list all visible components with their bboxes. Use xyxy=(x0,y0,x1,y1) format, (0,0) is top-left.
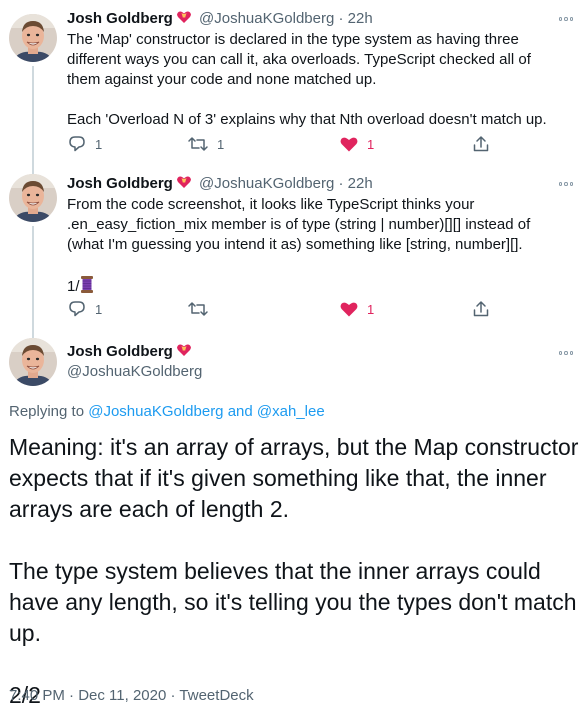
avatar-image xyxy=(9,174,57,222)
more-options-icon[interactable] xyxy=(557,348,575,358)
thread-count: 1/ xyxy=(67,278,80,295)
author-name[interactable]: Josh Goldberg xyxy=(67,10,173,27)
share-icon xyxy=(471,299,491,319)
avatar[interactable] xyxy=(9,338,57,386)
like-count: 1 xyxy=(367,136,375,152)
tweet-content: Josh Goldberg @JoshuaKGoldberg · 22h Fro… xyxy=(67,174,551,297)
retweet-button[interactable] xyxy=(187,299,217,319)
tweet-actions: 1 1 1 xyxy=(67,134,507,154)
tweet-date[interactable]: Dec 11, 2020 xyxy=(78,687,166,704)
reply-count: 1 xyxy=(95,301,103,317)
like-heart-icon xyxy=(339,299,359,319)
author-handle[interactable]: @JoshuaKGoldberg xyxy=(199,10,334,27)
tweet-header: Josh Goldberg @JoshuaKGoldberg · 22h xyxy=(67,174,551,194)
replying-to-user-link[interactable]: @JoshuaKGoldberg xyxy=(88,403,223,420)
like-count: 1 xyxy=(367,301,375,317)
replying-to-label: Replying to xyxy=(9,403,89,420)
heart-with-ribbon-icon xyxy=(176,342,192,358)
thread-tweet-1[interactable]: Josh Goldberg @JoshuaKGoldberg · 22h The… xyxy=(0,0,587,170)
thread-spool-emoji xyxy=(80,275,94,294)
tweet-metadata: 7:40 PM · Dec 11, 2020 · TweetDeck xyxy=(9,686,254,706)
share-button[interactable] xyxy=(471,134,491,154)
more-options-icon[interactable] xyxy=(557,14,575,24)
author-handle[interactable]: @JoshuaKGoldberg xyxy=(67,362,202,382)
retweet-icon xyxy=(187,134,209,154)
like-button[interactable]: 1 xyxy=(339,134,374,154)
retweet-button[interactable]: 1 xyxy=(187,134,224,154)
avatar[interactable] xyxy=(9,174,57,222)
tweet-text: From the code screenshot, it looks like … xyxy=(67,196,535,253)
like-button[interactable]: 1 xyxy=(339,299,374,319)
separator-dot: · xyxy=(338,10,344,27)
reply-button[interactable]: 1 xyxy=(67,134,102,154)
main-tweet-text: Meaning: it's an array of arrays, but th… xyxy=(9,434,579,708)
replying-to-user-link[interactable]: @xah_lee xyxy=(257,403,325,420)
heart-with-ribbon-icon xyxy=(176,9,192,25)
separator-dot: · xyxy=(69,687,75,704)
avatar-image xyxy=(9,338,57,386)
tweet-thread: Josh Goldberg @JoshuaKGoldberg · 22h The… xyxy=(0,0,587,711)
author-name[interactable]: Josh Goldberg xyxy=(67,343,173,360)
source-app-link[interactable]: TweetDeck xyxy=(179,687,253,704)
reply-icon xyxy=(67,299,87,319)
author-name[interactable]: Josh Goldberg xyxy=(67,175,173,192)
tweet-header: Josh Goldberg @JoshuaKGoldberg · 22h xyxy=(67,9,551,29)
avatar[interactable] xyxy=(9,14,57,62)
tweet-content: Josh Goldberg @JoshuaKGoldberg · 22h The… xyxy=(67,9,551,130)
share-button[interactable] xyxy=(471,299,491,319)
reply-button[interactable]: 1 xyxy=(67,299,102,319)
separator-dot: · xyxy=(338,175,344,192)
share-icon xyxy=(471,134,491,154)
author-handle[interactable]: @JoshuaKGoldberg xyxy=(199,175,334,192)
tweet-timestamp[interactable]: 22h xyxy=(348,10,373,27)
reply-icon xyxy=(67,134,87,154)
separator-dot: · xyxy=(170,687,176,704)
avatar-image xyxy=(9,14,57,62)
main-author-line: Josh Goldberg xyxy=(67,342,195,362)
thread-tweet-2[interactable]: Josh Goldberg @JoshuaKGoldberg · 22h Fro… xyxy=(0,170,587,330)
heart-with-ribbon-icon xyxy=(176,174,192,190)
like-heart-icon xyxy=(339,134,359,154)
tweet-text-tail: 1/ xyxy=(67,275,551,297)
thread-connector xyxy=(32,66,34,170)
replying-to-and: and xyxy=(223,403,257,420)
thread-connector xyxy=(32,226,34,330)
tweet-time[interactable]: 7:40 PM xyxy=(9,687,65,704)
tweet-text: The 'Map' constructor is declared in the… xyxy=(67,31,547,128)
tweet-actions: 1 1 xyxy=(67,299,507,319)
reply-count: 1 xyxy=(95,136,103,152)
retweet-count: 1 xyxy=(217,136,225,152)
retweet-icon xyxy=(187,299,209,319)
replying-to: Replying to @JoshuaKGoldberg and @xah_le… xyxy=(9,402,325,422)
tweet-timestamp[interactable]: 22h xyxy=(348,175,373,192)
thread-connector-top xyxy=(32,330,34,338)
more-options-icon[interactable] xyxy=(557,179,575,189)
